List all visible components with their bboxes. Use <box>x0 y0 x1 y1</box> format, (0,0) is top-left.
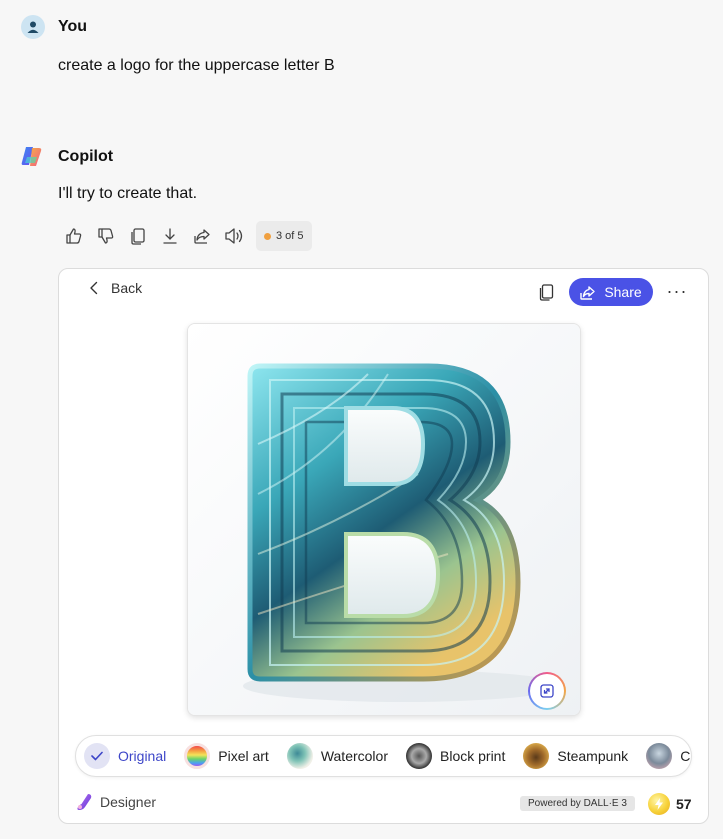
letter-b-logo-image <box>188 324 580 715</box>
checkmark-icon <box>84 743 110 769</box>
pixel-art-thumbnail <box>184 743 211 769</box>
read-aloud-icon[interactable] <box>218 221 250 251</box>
style-option-original[interactable]: Original <box>84 743 166 769</box>
claymation-thumbnail <box>646 743 673 769</box>
boost-counter[interactable]: 57 <box>648 793 692 815</box>
powered-by-badge: Powered by DALL·E 3 <box>520 796 635 811</box>
generated-image[interactable] <box>187 323 581 716</box>
message-actions: 3 of 5 <box>58 221 312 251</box>
back-label: Back <box>111 280 143 296</box>
share-button[interactable]: Share <box>569 278 653 306</box>
designer-logo-icon <box>77 794 92 810</box>
style-label: Block print <box>440 748 506 764</box>
copy-icon <box>539 283 553 301</box>
designer-label: Designer <box>100 794 157 810</box>
boost-count: 57 <box>676 796 692 812</box>
copilot-message: I'll try to create that. <box>58 185 198 202</box>
response-pager[interactable]: 3 of 5 <box>256 221 312 251</box>
style-label: Pixel art <box>218 748 269 764</box>
style-option-watercolor[interactable]: Watercolor <box>286 743 388 769</box>
lightning-icon <box>648 793 670 815</box>
expand-icon <box>540 684 554 698</box>
style-label: Original <box>118 748 167 764</box>
style-label: Watercolor <box>320 748 388 764</box>
chevron-left-icon <box>90 281 98 295</box>
card-toolbar: Back Share ··· <box>59 269 708 315</box>
card-footer: Designer Powered by DALL·E 3 57 <box>59 789 708 819</box>
thumbs-down-icon[interactable] <box>90 221 122 251</box>
share-icon <box>580 285 596 300</box>
copy-image-button[interactable] <box>536 281 556 303</box>
pager-label: 3 of 5 <box>276 230 304 242</box>
style-option-pixel-art[interactable]: Pixel art <box>184 743 269 769</box>
user-name: You <box>58 18 88 35</box>
style-option-block-print[interactable]: Block print <box>406 743 505 769</box>
copilot-logo-icon <box>21 147 42 166</box>
share-icon[interactable] <box>186 221 218 251</box>
user-header: You <box>21 15 87 39</box>
copilot-name: Copilot <box>58 147 114 165</box>
style-option-cla[interactable]: Cla <box>646 743 691 769</box>
watercolor-thumbnail <box>286 743 313 769</box>
designer-link[interactable]: Designer <box>76 793 156 811</box>
pager-dot <box>264 232 271 240</box>
back-button[interactable]: Back <box>89 280 142 296</box>
copilot-header: Copilot <box>20 144 113 169</box>
download-icon[interactable] <box>154 221 186 251</box>
thumbs-up-icon[interactable] <box>58 221 90 251</box>
share-label: Share <box>604 284 642 300</box>
expand-image-button[interactable] <box>528 672 566 710</box>
copy-icon[interactable] <box>122 221 154 251</box>
block-print-thumbnail <box>406 743 432 769</box>
style-option-steampunk[interactable]: Steampunk <box>523 743 628 769</box>
steampunk-thumbnail <box>523 743 550 769</box>
user-message: create a logo for the uppercase letter B <box>58 57 335 74</box>
more-options-button[interactable]: ··· <box>665 279 689 303</box>
style-label: Cla <box>680 748 691 764</box>
user-avatar-icon <box>21 15 45 39</box>
style-label: Steampunk <box>557 748 629 764</box>
image-card: Back Share ··· Original Pixel art Waterc… <box>58 268 709 824</box>
style-selector: Original Pixel art Watercolor Block prin… <box>75 735 692 777</box>
